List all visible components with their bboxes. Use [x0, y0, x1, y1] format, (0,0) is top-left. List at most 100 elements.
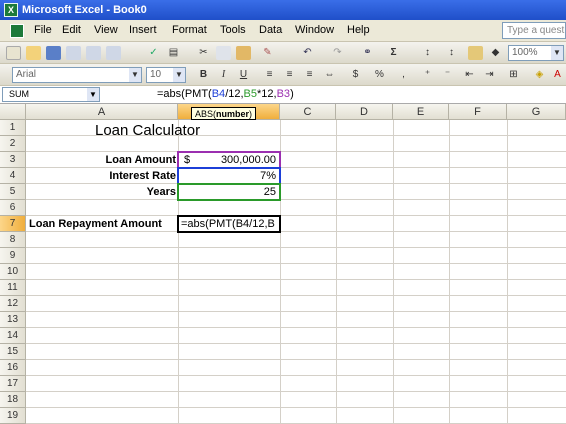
increase-indent-icon[interactable]: ⇥: [482, 68, 497, 82]
format-painter-icon[interactable]: ✎: [260, 46, 275, 60]
permission-icon[interactable]: [66, 46, 81, 60]
print-preview-icon[interactable]: [106, 46, 121, 60]
sort-ascending-icon[interactable]: ↕: [420, 46, 435, 60]
menu-window[interactable]: Window: [295, 24, 334, 36]
interest-rate-value[interactable]: 7%: [260, 170, 276, 182]
undo-icon[interactable]: ↶: [300, 46, 315, 60]
loan-amount-value[interactable]: 300,000.00: [221, 154, 276, 166]
menu-file[interactable]: File: [34, 24, 52, 36]
gridline: [26, 407, 566, 408]
label-loan-repayment[interactable]: Loan Repayment Amount: [29, 218, 162, 230]
row-header-7[interactable]: 7: [0, 216, 26, 232]
column-header-f[interactable]: F: [449, 104, 507, 120]
row-header-13[interactable]: 13: [0, 312, 26, 328]
paste-icon[interactable]: [236, 46, 251, 60]
autosum-icon[interactable]: Σ: [386, 46, 401, 60]
row-header-3[interactable]: 3: [0, 152, 26, 168]
comma-icon[interactable]: ,: [396, 68, 411, 82]
row-header-11[interactable]: 11: [0, 280, 26, 296]
bold-icon[interactable]: B: [196, 68, 211, 82]
sort-descending-icon[interactable]: ↕: [444, 46, 459, 60]
menu-edit[interactable]: Edit: [62, 24, 81, 36]
cut-icon[interactable]: ✂: [196, 46, 211, 60]
row-header-19[interactable]: 19: [0, 408, 26, 424]
column-header-e[interactable]: E: [393, 104, 449, 120]
name-box-value: SUM: [9, 89, 29, 99]
row-header-18[interactable]: 18: [0, 392, 26, 408]
gridline: [449, 120, 450, 424]
align-left-icon[interactable]: ≡: [262, 68, 277, 82]
column-header-d[interactable]: D: [336, 104, 393, 120]
active-cell-edit-text[interactable]: =abs(PMT(B4/12,B: [181, 218, 275, 230]
formula-prefix: =abs(: [157, 88, 185, 100]
row-header-2[interactable]: 2: [0, 136, 26, 152]
row-header-16[interactable]: 16: [0, 360, 26, 376]
underline-icon[interactable]: U: [236, 68, 251, 82]
align-center-icon[interactable]: ≡: [282, 68, 297, 82]
row-header-5[interactable]: 5: [0, 184, 26, 200]
spelling-icon[interactable]: ✓: [146, 46, 161, 60]
italic-icon[interactable]: I: [216, 68, 231, 82]
row-header-12[interactable]: 12: [0, 296, 26, 312]
label-loan-amount[interactable]: Loan Amount: [106, 154, 176, 166]
name-box[interactable]: SUM ▼: [2, 87, 100, 102]
row-header-17[interactable]: 17: [0, 376, 26, 392]
formula-input[interactable]: =abs(PMT(B4/12,B5*12,B3): [157, 88, 294, 100]
font-color-icon[interactable]: A: [550, 68, 565, 82]
chart-wizard-icon[interactable]: [468, 46, 483, 60]
menu-help[interactable]: Help: [347, 24, 370, 36]
zoom-select[interactable]: 100% ▼: [508, 45, 564, 61]
copy-icon[interactable]: [216, 46, 231, 60]
worksheet-grid[interactable]: A B C D E F G ABS(number) 1 2 3 4 5 6 7 …: [0, 104, 566, 424]
row-header-15[interactable]: 15: [0, 344, 26, 360]
column-header-c[interactable]: C: [280, 104, 336, 120]
decrease-decimal-icon[interactable]: ⁻: [440, 68, 455, 82]
column-header-a[interactable]: A: [26, 104, 178, 120]
row-header-1[interactable]: 1: [0, 120, 26, 136]
percent-icon[interactable]: %: [372, 68, 387, 82]
menu-tools[interactable]: Tools: [220, 24, 246, 36]
tooltip-arg[interactable]: number: [216, 109, 249, 119]
increase-decimal-icon[interactable]: ⁺: [420, 68, 435, 82]
fill-color-icon[interactable]: ◈: [532, 68, 547, 82]
menu-data[interactable]: Data: [259, 24, 282, 36]
label-years[interactable]: Years: [147, 186, 176, 198]
sheet-title[interactable]: Loan Calculator: [95, 122, 200, 139]
open-icon[interactable]: [26, 46, 41, 60]
chevron-down-icon[interactable]: ▼: [173, 68, 185, 82]
row-header-6[interactable]: 6: [0, 200, 26, 216]
gridline: [507, 120, 508, 424]
font-size-select[interactable]: 10 ▼: [146, 67, 186, 83]
column-header-g[interactable]: G: [507, 104, 566, 120]
workbook-icon[interactable]: [10, 24, 24, 38]
borders-icon[interactable]: ⊞: [506, 68, 521, 82]
decrease-indent-icon[interactable]: ⇤: [462, 68, 477, 82]
menu-view[interactable]: View: [94, 24, 118, 36]
save-icon[interactable]: [46, 46, 61, 60]
drawing-icon[interactable]: ◆: [488, 46, 503, 60]
menu-insert[interactable]: Insert: [129, 24, 157, 36]
row-header-4[interactable]: 4: [0, 168, 26, 184]
standard-toolbar: ✓ ▤ ✂ ✎ ↶ ↷ ⚭ Σ ↕ ↕ ◆ 100% ▼: [0, 42, 566, 64]
row-header-14[interactable]: 14: [0, 328, 26, 344]
hyperlink-icon[interactable]: ⚭: [360, 46, 375, 60]
new-icon[interactable]: [6, 46, 21, 60]
chevron-down-icon[interactable]: ▼: [129, 68, 141, 82]
years-value[interactable]: 25: [264, 186, 276, 198]
chevron-down-icon[interactable]: ▼: [551, 46, 563, 60]
research-icon[interactable]: ▤: [166, 46, 181, 60]
redo-icon[interactable]: ↷: [330, 46, 345, 60]
menu-format[interactable]: Format: [172, 24, 207, 36]
font-name-select[interactable]: Arial ▼: [12, 67, 142, 83]
row-header-9[interactable]: 9: [0, 248, 26, 264]
label-interest-rate[interactable]: Interest Rate: [109, 170, 176, 182]
currency-icon[interactable]: $: [348, 68, 363, 82]
chevron-down-icon[interactable]: ▼: [87, 88, 99, 101]
align-right-icon[interactable]: ≡: [302, 68, 317, 82]
print-icon[interactable]: [86, 46, 101, 60]
select-all-corner[interactable]: [0, 104, 26, 120]
merge-center-icon[interactable]: ⇔: [322, 68, 337, 82]
row-header-10[interactable]: 10: [0, 264, 26, 280]
help-search-input[interactable]: Type a quest: [502, 22, 566, 39]
row-header-8[interactable]: 8: [0, 232, 26, 248]
